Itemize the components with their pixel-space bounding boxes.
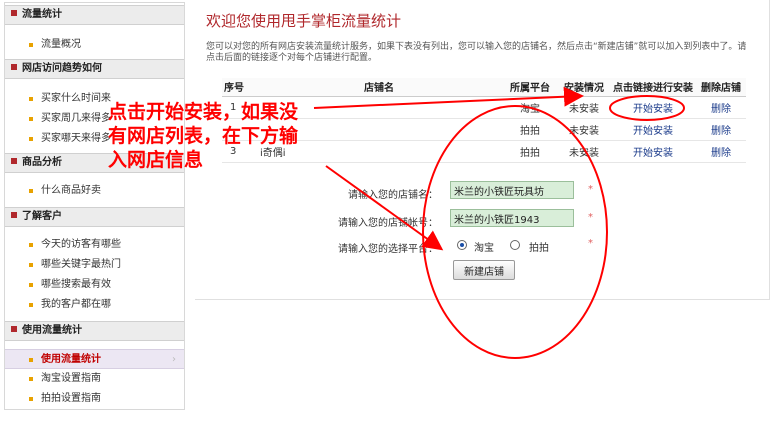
section-square-icon [11, 158, 17, 164]
bullet-icon [29, 137, 33, 141]
bullet-icon [29, 97, 33, 101]
cell-action: 开始安装 [610, 140, 696, 163]
header-no: 序号 [222, 78, 256, 97]
delete-shop-link[interactable]: 删除 [711, 148, 731, 159]
cell-delete: 删除 [696, 96, 746, 119]
table-row: 拍拍 未安装 开始安装 删除 [222, 118, 746, 141]
table-header-row: 序号 店铺名 所属平台 安装情况 点击链接进行安装 删除店铺 [222, 78, 746, 97]
sidebar-item-paipai-guide[interactable]: 拍拍设置指南 [5, 389, 184, 409]
radio-taobao-label: 淘宝 [474, 243, 494, 254]
header-delete: 删除店铺 [696, 78, 746, 97]
sidebar-item-hot-keywords[interactable]: 哪些关键字最热门 [5, 255, 184, 275]
intro-text: 您可以对您的所有网店安装流量统计服务，如果下表没有列出，您可以输入您的店铺名，然… [206, 42, 747, 63]
section-square-icon [11, 10, 17, 16]
sidebar-item-effective-searches[interactable]: 哪些搜索最有效 [5, 275, 184, 295]
sidebar-item-label: 买家周几来得多 [41, 113, 111, 124]
page-title: 欢迎您使用甩手掌柜流量统计 [206, 12, 402, 30]
radio-taobao[interactable] [457, 240, 467, 250]
cell-action: 开始安装 [610, 96, 696, 119]
bullet-icon [29, 189, 33, 193]
shop-name-label: 请输入您的店铺名： [348, 190, 438, 201]
sidebar-item-customer-location[interactable]: 我的客户都在哪 [5, 295, 184, 315]
table-row: 3 i奇偶i 拍拍 未安装 开始安装 删除 [222, 140, 746, 163]
shop-table: 序号 店铺名 所属平台 安装情况 点击链接进行安装 删除店铺 1 淘宝 未安装 … [222, 78, 746, 163]
radio-paipai-label: 拍拍 [529, 243, 549, 254]
annotation-line-3: 入网店信息 [108, 149, 204, 171]
bullet-icon [29, 43, 33, 47]
bullet-icon [29, 358, 33, 362]
section-title: 使用流量统计 [22, 325, 82, 336]
section-title: 商品分析 [22, 157, 62, 168]
header-platform: 所属平台 [502, 78, 558, 97]
sidebar-nav: 流量统计 流量概况 网店访问趋势如何 买家什么时间来 买家周几来得多 买家哪天来… [4, 2, 185, 410]
delete-shop-link[interactable]: 删除 [711, 104, 731, 115]
header-shop-name: 店铺名 [256, 78, 502, 97]
start-install-link[interactable]: 开始安装 [633, 148, 673, 159]
cell-status: 未安装 [558, 140, 610, 163]
platform-label: 请输入您的选择平台： [338, 244, 438, 255]
bullet-icon [29, 303, 33, 307]
sidebar-item-traffic-overview[interactable]: 流量概况 [5, 35, 184, 55]
main-panel: 欢迎您使用甩手掌柜流量统计 您可以对您的所有网店安装流量统计服务，如果下表没有列… [195, 0, 770, 300]
section-square-icon [11, 64, 17, 70]
cell-status: 未安装 [558, 118, 610, 141]
annotation-line-1: 点击开始安装，如果没 [108, 101, 299, 123]
sidebar-item-label: 我的客户都在哪 [41, 299, 111, 310]
bullet-icon [29, 263, 33, 267]
sidebar-section-customers: 了解客户 [5, 207, 184, 227]
radio-paipai[interactable] [510, 240, 520, 250]
sidebar-section-usage: 使用流量统计 [5, 321, 184, 341]
sidebar-item-label: 哪些搜索最有效 [41, 279, 111, 290]
required-mark: * [588, 184, 593, 195]
cell-status: 未安装 [558, 96, 610, 119]
start-install-link[interactable]: 开始安装 [633, 126, 673, 137]
bullet-icon [29, 397, 33, 401]
sidebar-item-label: 今天的访客有哪些 [41, 239, 121, 250]
bullet-icon [29, 117, 33, 121]
sidebar-section-trend: 网店访问趋势如何 [5, 59, 184, 79]
shop-name-input[interactable] [450, 181, 574, 199]
cell-platform: 拍拍 [502, 140, 558, 163]
new-shop-button[interactable]: 新建店铺 [453, 260, 515, 280]
section-title: 流量统计 [22, 9, 62, 20]
shop-account-label: 请输入您的店铺帐号： [338, 218, 438, 229]
section-title: 了解客户 [22, 211, 62, 222]
start-install-link[interactable]: 开始安装 [633, 104, 673, 115]
sidebar-item-label: 拍拍设置指南 [41, 393, 101, 404]
sidebar-item-label: 淘宝设置指南 [41, 373, 101, 384]
bullet-icon [29, 377, 33, 381]
cell-delete: 删除 [696, 140, 746, 163]
section-square-icon [11, 212, 17, 218]
sidebar-section-traffic: 流量统计 [5, 5, 184, 25]
delete-shop-link[interactable]: 删除 [711, 126, 731, 137]
cell-platform: 拍拍 [502, 118, 558, 141]
table-row: 1 淘宝 未安装 开始安装 删除 [222, 96, 746, 119]
cell-action: 开始安装 [610, 118, 696, 141]
sidebar-item-today-visitors[interactable]: 今天的访客有哪些 [5, 235, 184, 255]
header-install-status: 安装情况 [558, 78, 610, 97]
sidebar-item-use-traffic-stats[interactable]: 使用流量统计 [5, 349, 184, 370]
required-mark: * [588, 212, 593, 223]
sidebar-item-taobao-guide[interactable]: 淘宝设置指南 [5, 369, 184, 389]
sidebar-item-label: 买家哪天来得多 [41, 133, 111, 144]
sidebar-item-label: 哪些关键字最热门 [41, 259, 121, 270]
cell-delete: 删除 [696, 118, 746, 141]
sidebar-item-label: 买家什么时间来 [41, 93, 111, 104]
bullet-icon [29, 283, 33, 287]
sidebar-item-best-sellers[interactable]: 什么商品好卖 [5, 181, 184, 201]
required-mark: * [588, 238, 593, 249]
shop-account-input[interactable] [450, 209, 574, 227]
sidebar-item-label: 流量概况 [41, 39, 81, 50]
bullet-icon [29, 243, 33, 247]
sidebar-item-label: 什么商品好卖 [41, 185, 101, 196]
cell-platform: 淘宝 [502, 96, 558, 119]
section-square-icon [11, 326, 17, 332]
header-install-link: 点击链接进行安装 [610, 78, 696, 97]
annotation-line-2: 有网店列表，在下方输 [108, 125, 299, 147]
section-title: 网店访问趋势如何 [22, 63, 102, 74]
sidebar-item-label: 使用流量统计 [41, 354, 101, 365]
